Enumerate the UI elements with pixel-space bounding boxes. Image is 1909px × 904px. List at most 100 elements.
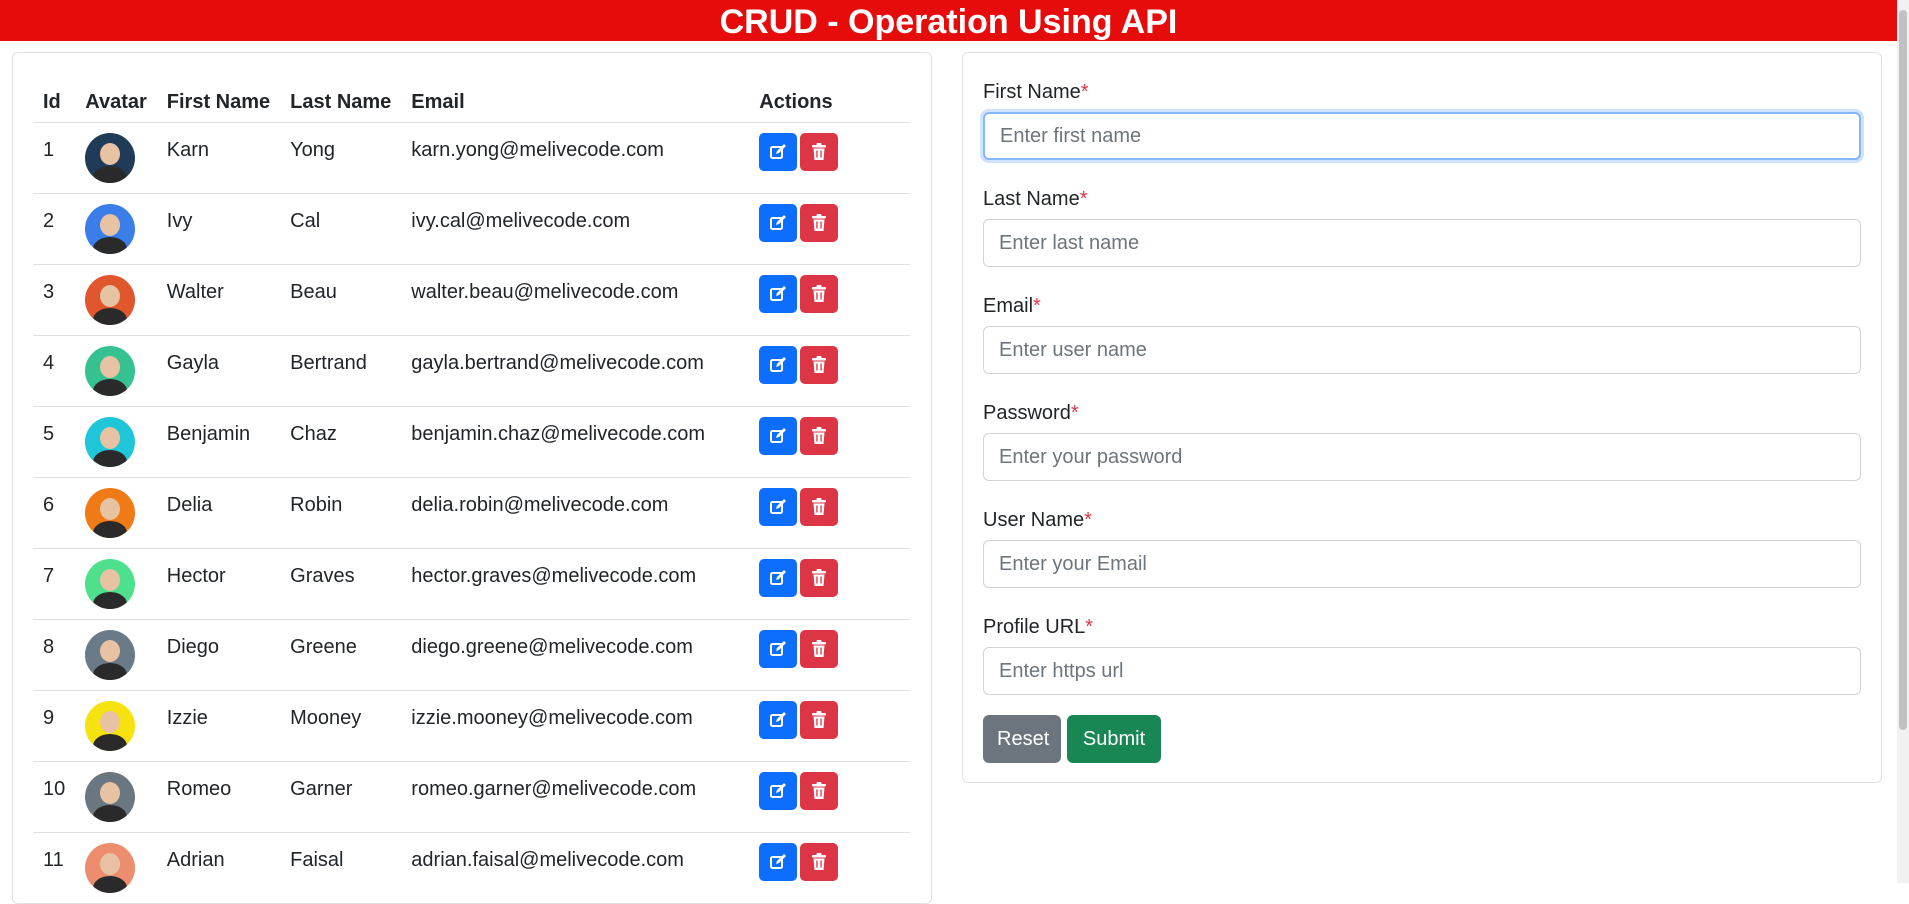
- delete-button[interactable]: [800, 772, 839, 810]
- avatar: [85, 346, 136, 396]
- edit-button[interactable]: [759, 133, 798, 171]
- cell-id: 6: [33, 477, 76, 549]
- row-email: walter.beau@melivecode.com: [411, 281, 679, 303]
- table-row: 7 Hector Graves hector.graves@melivecode.co…: [33, 548, 910, 620]
- cell-first-name: Ivy: [156, 193, 281, 265]
- edit-button[interactable]: [759, 417, 798, 455]
- username-input[interactable]: [983, 540, 1861, 588]
- avatar-body-shape: [93, 521, 128, 538]
- row-id: 3: [43, 281, 55, 303]
- row-last-name: Greene: [290, 636, 357, 658]
- edit-icon: [769, 640, 787, 658]
- cell-avatar: [75, 335, 157, 407]
- row-first-name: Izzie: [166, 707, 208, 729]
- edit-icon: [769, 853, 787, 871]
- submit-button[interactable]: Submit: [1067, 715, 1161, 763]
- edit-button[interactable]: [759, 488, 798, 526]
- avatar-body-shape: [93, 379, 128, 396]
- table-row: 6 Delia Robin delia.robin@melivecode.com: [33, 477, 910, 549]
- scrollbar-thumb[interactable]: [1899, 10, 1907, 730]
- delete-button[interactable]: [800, 275, 839, 313]
- row-first-name: Gayla: [166, 352, 220, 374]
- first-name-input[interactable]: [983, 112, 1861, 160]
- last-name-label: Last Name*: [983, 188, 1088, 210]
- row-id: 8: [43, 636, 55, 658]
- delete-button[interactable]: [800, 417, 839, 455]
- cell-actions: [749, 406, 910, 478]
- delete-button[interactable]: [800, 346, 839, 384]
- row-last-name: Yong: [290, 139, 336, 161]
- cell-email: karn.yong@melivecode.com: [401, 122, 750, 194]
- avatar-head-shape: [100, 143, 121, 165]
- cell-actions: [749, 548, 910, 620]
- row-last-name: Bertrand: [290, 352, 367, 374]
- edit-button[interactable]: [759, 275, 798, 313]
- edit-button[interactable]: [759, 701, 798, 739]
- profile-url-field-group: Profile URL*: [983, 613, 1861, 695]
- delete-button[interactable]: [800, 843, 839, 881]
- password-field-group: Password*: [983, 399, 1861, 481]
- trash-icon: [811, 498, 827, 516]
- avatar: [85, 133, 136, 183]
- row-first-name: Benjamin: [166, 423, 251, 445]
- edit-button[interactable]: [759, 772, 798, 810]
- row-last-name: Garner: [290, 778, 353, 800]
- row-first-name: Romeo: [166, 778, 232, 800]
- cell-first-name: Adrian: [156, 832, 281, 903]
- row-id: 2: [43, 210, 55, 232]
- avatar-head-shape: [100, 427, 121, 449]
- delete-button[interactable]: [800, 701, 839, 739]
- users-table: Id Avatar First Name Last Name Email Act…: [33, 82, 910, 903]
- profile-url-input[interactable]: [983, 647, 1861, 695]
- row-last-name: Beau: [290, 281, 337, 303]
- trash-icon: [811, 782, 827, 800]
- cell-first-name: Romeo: [156, 761, 281, 833]
- cell-email: hector.graves@melivecode.com: [401, 548, 750, 620]
- avatar: [85, 772, 136, 822]
- cell-actions: [749, 619, 910, 691]
- edit-button[interactable]: [759, 843, 798, 881]
- cell-avatar: [75, 477, 157, 549]
- row-id: 9: [43, 707, 55, 729]
- email-field-group: Email*: [983, 292, 1861, 374]
- table-row: 5 Benjamin Chaz benjamin.chaz@melivecode.co…: [33, 406, 910, 478]
- cell-last-name: Beau: [280, 264, 402, 336]
- cell-id: 5: [33, 406, 76, 478]
- cell-last-name: Bertrand: [280, 335, 402, 407]
- delete-button[interactable]: [800, 630, 839, 668]
- cell-first-name: Izzie: [156, 690, 281, 762]
- column-header-id: Id: [33, 82, 76, 123]
- avatar: [85, 559, 136, 609]
- password-input[interactable]: [983, 433, 1861, 481]
- column-header-first-name: First Name: [156, 82, 281, 123]
- page-scrollbar[interactable]: [1897, 0, 1909, 883]
- edit-button[interactable]: [759, 630, 798, 668]
- cell-first-name: Walter: [156, 264, 281, 336]
- table-row: 3 Walter Beau walter.beau@melivecode.com: [33, 264, 910, 336]
- row-first-name: Walter: [166, 281, 224, 303]
- delete-button[interactable]: [800, 559, 839, 597]
- avatar-head-shape: [100, 285, 121, 307]
- row-last-name: Chaz: [290, 423, 337, 445]
- cell-avatar: [75, 193, 157, 265]
- row-email: benjamin.chaz@melivecode.com: [411, 423, 706, 445]
- edit-icon: [769, 498, 787, 516]
- delete-button[interactable]: [800, 133, 839, 171]
- edit-button[interactable]: [759, 204, 798, 242]
- email-input[interactable]: [983, 326, 1861, 374]
- cell-actions: [749, 335, 910, 407]
- cell-avatar: [75, 761, 157, 833]
- last-name-input[interactable]: [983, 219, 1861, 267]
- delete-button[interactable]: [800, 204, 839, 242]
- trash-icon: [811, 214, 827, 232]
- username-label: User Name*: [983, 509, 1092, 531]
- delete-button[interactable]: [800, 488, 839, 526]
- row-last-name: Cal: [290, 210, 321, 232]
- column-header-avatar: Avatar: [75, 82, 157, 123]
- cell-email: romeo.garner@melivecode.com: [401, 761, 750, 833]
- reset-button[interactable]: Reset: [983, 715, 1061, 763]
- edit-button[interactable]: [759, 559, 798, 597]
- edit-button[interactable]: [759, 346, 798, 384]
- cell-email: walter.beau@melivecode.com: [401, 264, 750, 336]
- cell-last-name: Yong: [280, 122, 402, 194]
